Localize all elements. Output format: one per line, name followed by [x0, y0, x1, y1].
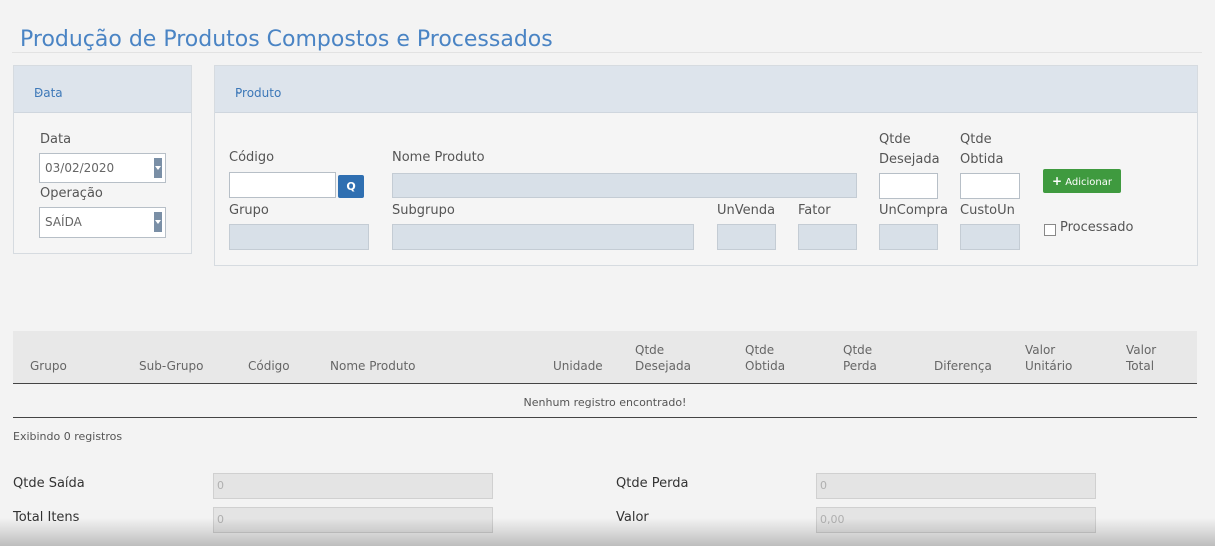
codigo-input[interactable] — [229, 172, 336, 198]
col-valor-unitario[interactable]: Valor Unitário — [1025, 342, 1072, 374]
total-itens-field: 0 — [213, 507, 493, 533]
table-empty-row: Nenhum registro encontrado! — [13, 384, 1197, 418]
operacao-value: SAÍDA — [45, 215, 82, 229]
col-grupo[interactable]: Grupo — [30, 358, 67, 374]
produto-panel-header[interactable]: ⌄ Produto — [215, 66, 1197, 113]
fator-field — [798, 224, 857, 250]
nome-produto-label: Nome Produto — [392, 150, 485, 165]
dropdown-arrow-icon[interactable] — [154, 212, 162, 232]
col-diferenca[interactable]: Diferença — [934, 358, 992, 374]
qtde-obtida-label-line2: Obtida — [960, 152, 1004, 167]
date-value: 03/02/2020 — [45, 161, 115, 175]
qtde-obtida-label-line1: Qtde — [960, 132, 992, 147]
operacao-label: Operação — [40, 186, 103, 201]
processado-label[interactable]: Processado — [1060, 220, 1134, 235]
data-label: Data — [40, 132, 72, 147]
data-panel-title: Data — [34, 86, 63, 100]
date-select[interactable]: 03/02/2020 — [39, 153, 166, 183]
page-title: Produção de Produtos Compostos e Process… — [20, 26, 553, 52]
plus-icon: + — [1051, 174, 1063, 188]
col-qtde-obtida[interactable]: Qtde Obtida — [745, 342, 785, 374]
valor-label: Valor — [616, 510, 649, 525]
qtde-desejada-label-line2: Desejada — [879, 152, 940, 167]
col-unidade[interactable]: Unidade — [553, 358, 603, 374]
table-header: Grupo Sub-Grupo Código Nome Produto Unid… — [13, 331, 1197, 384]
unvenda-label: UnVenda — [717, 203, 776, 218]
qtde-perda-field: 0 — [816, 473, 1096, 499]
dropdown-arrow-icon[interactable] — [154, 158, 162, 178]
title-divider — [12, 52, 1202, 53]
col-valor-total[interactable]: Valor Total — [1126, 342, 1156, 374]
subgrupo-field — [392, 224, 694, 250]
record-count: Exibindo 0 registros — [13, 430, 123, 443]
qtde-saida-field: 0 — [213, 473, 493, 499]
custoun-field — [960, 224, 1020, 250]
qtde-desejada-input[interactable] — [879, 173, 938, 199]
valor-field: 0,00 — [816, 507, 1096, 533]
uncompra-label: UnCompra — [879, 203, 949, 218]
qtde-saida-label: Qtde Saída — [13, 476, 85, 491]
grupo-field — [229, 224, 369, 250]
produto-panel-title: Produto — [235, 86, 282, 100]
col-qtde-perda[interactable]: Qtde Perda — [843, 342, 877, 374]
grupo-label: Grupo — [229, 203, 269, 218]
operacao-select[interactable]: SAÍDA — [39, 207, 166, 238]
processado-checkbox[interactable] — [1044, 224, 1056, 236]
qtde-desejada-label-line1: Qtde — [879, 132, 911, 147]
col-qtde-desejada[interactable]: Qtde Desejada — [635, 342, 691, 374]
add-button[interactable]: + Adicionar — [1043, 169, 1121, 193]
qtde-obtida-label: Qtde Obtida — [960, 130, 1003, 170]
qtde-perda-label: Qtde Perda — [616, 476, 689, 491]
data-panel: ⌄ Data Data 03/02/2020 Operação SAÍDA — [13, 65, 192, 254]
custoun-label: CustoUn — [960, 203, 1015, 218]
add-button-label: Adicionar — [1065, 177, 1112, 188]
col-nome-produto[interactable]: Nome Produto — [330, 358, 416, 374]
unvenda-field — [717, 224, 776, 250]
nome-produto-field — [392, 173, 857, 198]
qtde-desejada-label: Qtde Desejada — [879, 130, 940, 170]
search-button[interactable]: Q — [338, 175, 364, 198]
data-panel-header[interactable]: ⌄ Data — [14, 66, 191, 113]
uncompra-field — [879, 224, 938, 250]
qtde-obtida-input[interactable] — [960, 173, 1020, 199]
total-itens-label: Total Itens — [13, 510, 80, 525]
fator-label: Fator — [798, 203, 831, 218]
col-subgrupo[interactable]: Sub-Grupo — [139, 358, 203, 374]
codigo-label: Código — [229, 150, 275, 165]
search-icon: Q — [346, 180, 356, 193]
col-codigo[interactable]: Código — [248, 358, 290, 374]
subgrupo-label: Subgrupo — [392, 203, 455, 218]
empty-message: Nenhum registro encontrado! — [523, 396, 687, 409]
